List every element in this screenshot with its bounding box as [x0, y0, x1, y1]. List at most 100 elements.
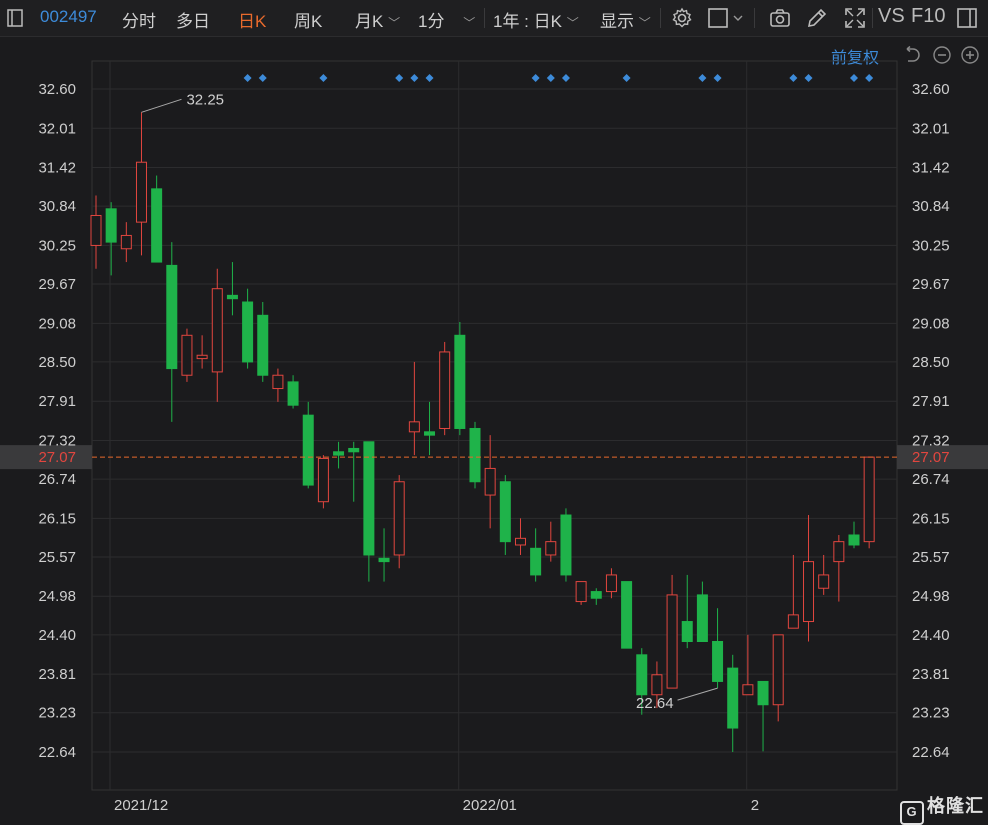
chevron-down-icon: ﹀: [463, 16, 476, 30]
candle: [363, 441, 375, 582]
y-tick-label-left: 24.98: [38, 588, 76, 605]
candle: [575, 581, 587, 605]
candle: [696, 581, 708, 643]
candle-body: [333, 451, 345, 456]
candle: [484, 435, 496, 529]
candle: [151, 175, 163, 263]
candle: [166, 242, 178, 422]
event-marker: [622, 74, 631, 82]
y-tick-label-left: 24.40: [38, 627, 76, 644]
candle: [712, 608, 724, 689]
display-select[interactable]: 显示 ﹀: [600, 7, 651, 32]
tab-weekly-k[interactable]: 周K: [294, 7, 322, 32]
monthly-k-label: 月K: [355, 12, 384, 31]
candle-body: [166, 264, 178, 370]
candle: [120, 222, 132, 263]
y-tick-label-right: 25.57: [912, 549, 950, 566]
event-marker: [865, 74, 874, 82]
event-marker: [561, 74, 570, 82]
candle: [681, 574, 693, 649]
candle-body: [484, 467, 496, 496]
candle: [666, 574, 678, 689]
y-tick-label-right: 29.08: [912, 315, 950, 332]
candle: [818, 554, 830, 595]
tab-multiday[interactable]: 多日: [176, 7, 210, 32]
candle: [439, 341, 451, 436]
candle-body: [636, 654, 648, 696]
candle-body: [651, 674, 663, 696]
current-price-line: 27.07 27.07: [0, 445, 988, 470]
candle: [181, 328, 193, 382]
candle-body: [257, 314, 269, 376]
brand-watermark: G 格隆汇: [900, 792, 984, 825]
tab-daily-k[interactable]: 日K: [238, 7, 266, 32]
candle-body: [272, 374, 284, 390]
panel-toggle-icon[interactable]: [4, 6, 24, 30]
high-annotation-label: 32.25: [186, 91, 224, 108]
sidebar-icon[interactable]: [955, 6, 979, 30]
candle: [499, 475, 511, 555]
event-markers: [243, 74, 874, 82]
candlestick-chart[interactable]: 27.07 27.07 32.60 32.60 32.01 32.01 31.42 31.4…: [0, 37, 988, 824]
event-marker: [410, 74, 419, 82]
camera-icon[interactable]: [768, 6, 792, 30]
candle: [545, 521, 557, 562]
high-annotation-leader: [141, 98, 182, 113]
y-tick-label-right: 30.25: [912, 237, 950, 254]
pen-icon[interactable]: [805, 6, 829, 30]
candle-body: [833, 541, 845, 563]
candle: [287, 375, 299, 409]
candle-body: [181, 334, 193, 376]
top-toolbar: 002497 分时 多日 日K 周K 月K ﹀ 1分 ﹀ 1年 : 日K ﹀ 显…: [0, 0, 988, 37]
candle: [560, 508, 572, 582]
range-select[interactable]: 1年 : 日K ﹀: [493, 7, 579, 32]
y-tick-label-right: 23.81: [912, 666, 950, 683]
candle: [242, 288, 254, 369]
candle-body: [287, 381, 299, 406]
settings-gear-icon[interactable]: [670, 6, 694, 30]
candle: [469, 421, 481, 489]
minute-select[interactable]: 1分 ﹀: [418, 7, 475, 32]
tab-intraday[interactable]: 分时: [122, 7, 156, 32]
y-tick-label-right: 27.91: [912, 393, 950, 410]
fullscreen-icon[interactable]: [843, 6, 867, 30]
candle: [787, 554, 799, 629]
candle-body: [696, 594, 708, 643]
current-price-label-right: 27.07: [912, 449, 950, 466]
candle-body: [317, 457, 329, 503]
candle-body: [469, 427, 481, 483]
candle-body: [454, 334, 466, 429]
candle: [257, 302, 269, 382]
candle: [514, 518, 526, 555]
candle-body: [90, 214, 102, 246]
event-marker: [804, 74, 813, 82]
candle-body: [575, 581, 587, 603]
minute-label: 1分: [418, 12, 445, 31]
candle: [863, 456, 875, 549]
candle-body: [757, 680, 769, 706]
y-tick-label-left: 32.60: [38, 81, 76, 98]
candle-body: [772, 634, 784, 706]
candle-body: [863, 456, 875, 543]
candle: [226, 262, 238, 316]
candle: [848, 521, 860, 549]
y-tick-label-left: 26.74: [38, 471, 76, 488]
box-select-icon[interactable]: [706, 6, 746, 30]
candle: [317, 455, 329, 509]
stock-code[interactable]: 002497: [40, 7, 97, 27]
f10-button[interactable]: F10: [911, 5, 945, 28]
candle-body: [530, 547, 542, 576]
vs-button[interactable]: VS: [878, 5, 905, 28]
chevron-down-icon: ﹀: [566, 16, 579, 30]
monthly-k-select[interactable]: 月K ﹀: [355, 7, 400, 32]
y-tick-label-left: 25.57: [38, 549, 76, 566]
candle: [302, 401, 314, 489]
event-marker: [531, 74, 540, 82]
event-marker: [425, 74, 434, 82]
brand-logo-icon: G: [900, 801, 924, 825]
y-tick-label-left: 30.25: [38, 237, 76, 254]
candle-body: [439, 351, 451, 429]
y-tick-label-right: 29.67: [912, 276, 950, 293]
y-tick-label-right: 27.32: [912, 432, 950, 449]
candle: [757, 680, 769, 752]
